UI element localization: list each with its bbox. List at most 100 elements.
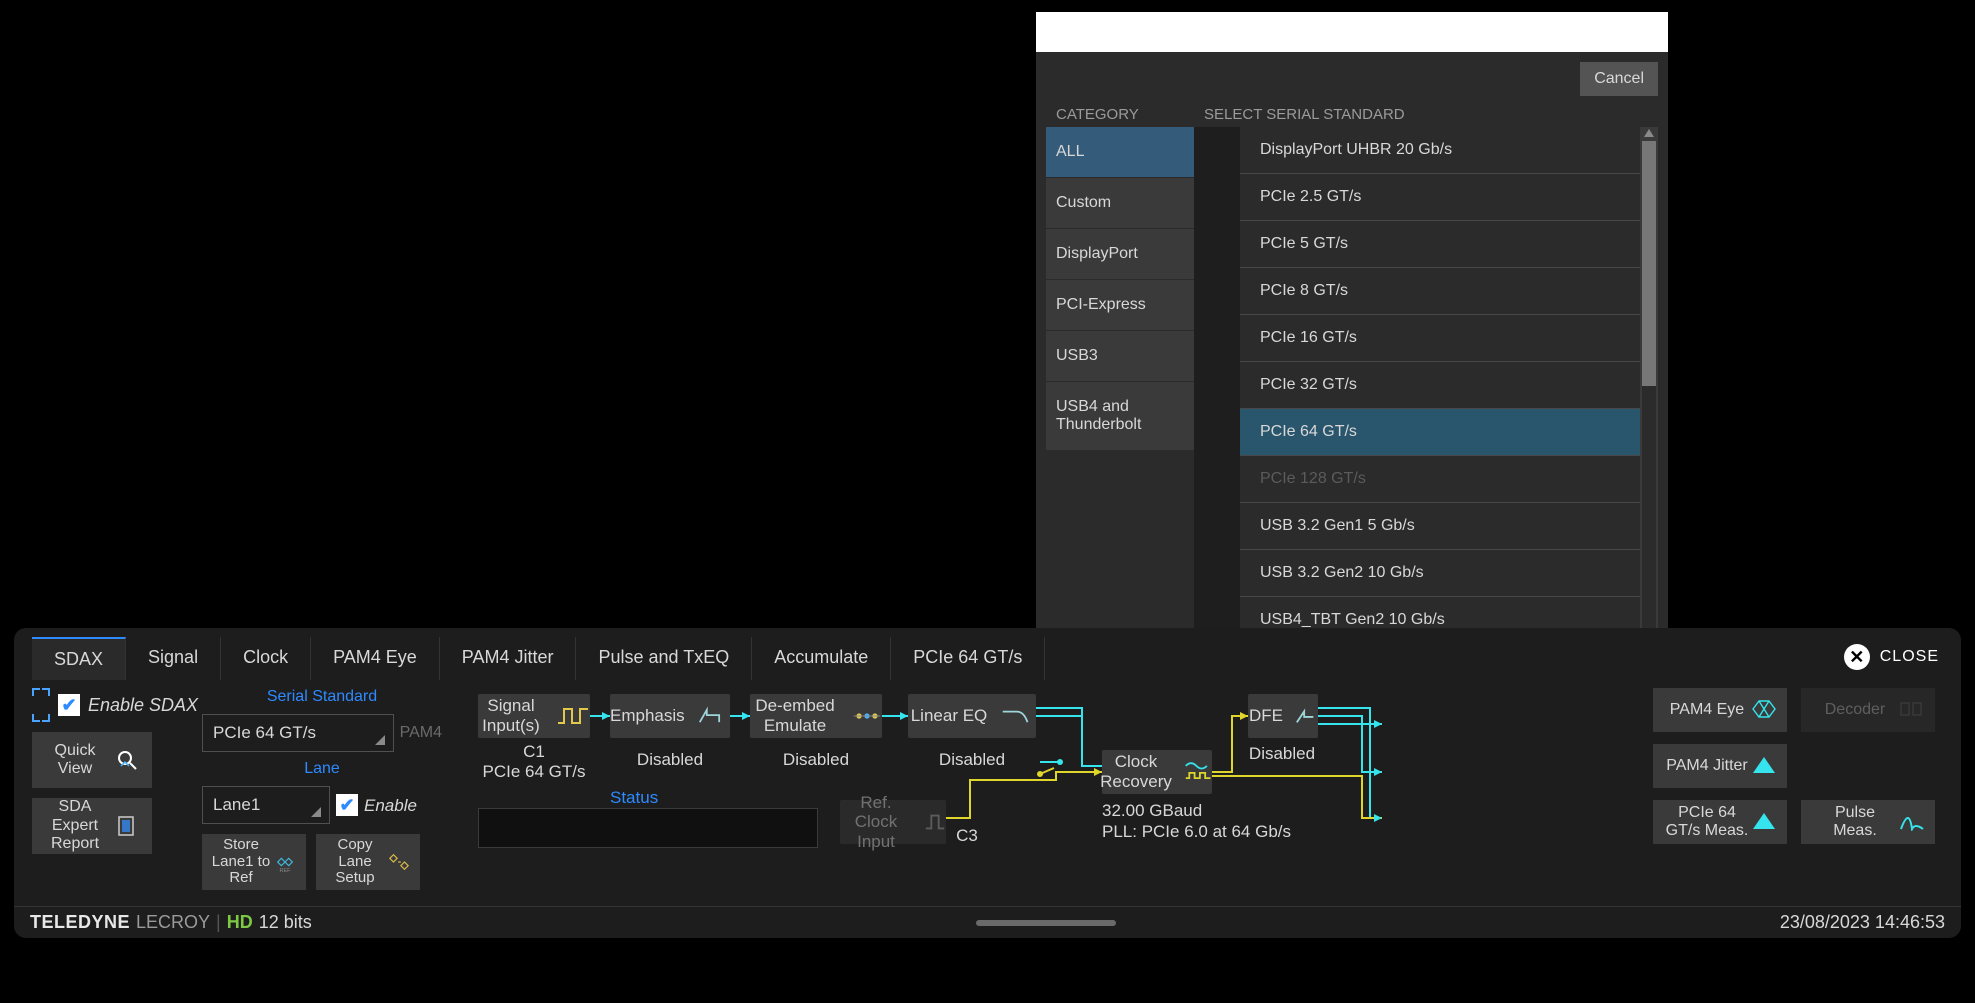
ref-clock-node[interactable]: Ref. Clock Input — [840, 800, 946, 844]
timestamp: 23/08/2023 14:46:53 — [1780, 912, 1945, 933]
lane-enable-checkbox[interactable]: ✔ — [336, 794, 358, 816]
store-lane-button[interactable]: Store Lane1 to Ref REF — [202, 834, 306, 890]
pam4-jitter-button[interactable]: PAM4 Jitter — [1653, 744, 1787, 788]
signal-inputs-node[interactable]: Signal Input(s) — [478, 694, 590, 738]
clock-recovery-node[interactable]: Clock Recovery — [1102, 750, 1212, 794]
signal-inputs-sub1: C1 — [478, 742, 590, 762]
pcie-meas-button[interactable]: PCIe 64 GT/s Meas. — [1653, 800, 1787, 844]
deembed-sub: Disabled — [750, 750, 882, 770]
tab-signal[interactable]: Signal — [126, 637, 221, 680]
decoder-icon — [1899, 699, 1925, 721]
standard-item[interactable]: PCIe 8 GT/s — [1240, 268, 1640, 315]
focus-bracket-icon — [32, 688, 50, 722]
enable-sdax-row[interactable]: ✔ Enable SDAX — [32, 688, 202, 722]
emphasis-node[interactable]: Emphasis — [610, 694, 730, 738]
serial-standard-label: Serial Standard — [202, 688, 442, 706]
lineareq-sub: Disabled — [908, 750, 1036, 770]
lane-enable-row[interactable]: ✔ Enable — [336, 794, 417, 816]
store-icon: REF — [272, 849, 298, 875]
standard-item[interactable]: USB 3.2 Gen1 5 Gb/s — [1240, 503, 1640, 550]
clock-recovery-info: 32.00 GBaud PLL: PCIe 6.0 at 64 Gb/s — [1102, 800, 1291, 843]
signal-flow: Signal Input(s) C1 PCIe 64 GT/s Emphasis… — [442, 688, 1643, 890]
tab-clock[interactable]: Clock — [221, 637, 311, 680]
standard-item[interactable]: PCIe 2.5 GT/s — [1240, 174, 1640, 221]
tab-pam4-jitter[interactable]: PAM4 Jitter — [440, 637, 577, 680]
close-label: CLOSE — [1880, 648, 1939, 666]
sdax-panel: SDAXSignalClockPAM4 EyePAM4 JitterPulse … — [14, 628, 1961, 938]
category-item[interactable]: USB3 — [1046, 331, 1194, 382]
standard-header: SELECT SERIAL STANDARD — [1194, 102, 1658, 127]
status-bar: TELEDYNE LECROY | HD 12 bits 23/08/2023 … — [14, 906, 1961, 938]
switch-icon — [1036, 754, 1064, 782]
category-item[interactable]: USB4 and Thunderbolt — [1046, 382, 1194, 451]
pulse-meas-button[interactable]: Pulse Meas. — [1801, 800, 1935, 844]
brand: TELEDYNE LECROY | HD 12 bits — [30, 912, 312, 933]
lineareq-icon — [999, 703, 1033, 729]
lineareq-node[interactable]: Linear EQ — [908, 694, 1036, 738]
dfe-node[interactable]: DFE — [1248, 694, 1318, 738]
category-item[interactable]: ALL — [1046, 127, 1194, 178]
serial-standard-dialog: Cancel CATEGORY SELECT SERIAL STANDARD A… — [1024, 0, 1680, 656]
dfe-sub: Disabled — [1232, 744, 1332, 764]
eye-diagram-icon — [1751, 699, 1777, 721]
copy-icon — [386, 849, 412, 875]
pam4-eye-button[interactable]: PAM4 Eye — [1653, 688, 1787, 732]
lane-enable-label: Enable — [364, 797, 417, 814]
svg-text:REF: REF — [280, 868, 292, 873]
enable-sdax-label: Enable SDAX — [88, 696, 198, 714]
serial-standard-select[interactable]: PCIe 64 GT/s — [202, 714, 394, 752]
tab-sdax[interactable]: SDAX — [32, 637, 126, 680]
dialog-titlebar[interactable] — [1036, 12, 1668, 52]
jitter-icon — [1751, 755, 1777, 777]
status-label: Status — [610, 788, 658, 808]
category-list: ALLCustomDisplayPortPCI-ExpressUSB3USB4 … — [1046, 127, 1194, 644]
close-button[interactable]: ✕ CLOSE — [1844, 644, 1939, 670]
tab-bar: SDAXSignalClockPAM4 EyePAM4 JitterPulse … — [14, 638, 1961, 678]
enable-sdax-checkbox[interactable]: ✔ — [58, 694, 80, 716]
decoder-button[interactable]: Decoder — [1801, 688, 1935, 732]
serial-column: Serial Standard PCIe 64 GT/s PAM4 Lane L… — [202, 688, 442, 890]
cancel-button[interactable]: Cancel — [1580, 62, 1658, 96]
right-column: PAM4 Eye Decoder PAM4 Jitter PCIe 64 GT/… — [1643, 688, 1943, 890]
lane-label: Lane — [202, 760, 442, 778]
brand-teledyne: TELEDYNE — [30, 912, 130, 933]
category-header: CATEGORY — [1046, 102, 1194, 127]
category-item[interactable]: PCI-Express — [1046, 280, 1194, 331]
standard-item[interactable]: PCIe 5 GT/s — [1240, 221, 1640, 268]
signal-inputs-sub2: PCIe 64 GT/s — [462, 762, 606, 782]
tab-pam4-eye[interactable]: PAM4 Eye — [311, 637, 440, 680]
tab-pcie-64-gt-s[interactable]: PCIe 64 GT/s — [891, 637, 1045, 680]
standard-list: DisplayPort UHBR 20 Gb/sPCIe 2.5 GT/sPCI… — [1240, 127, 1640, 644]
meas-triangle-icon — [1751, 811, 1777, 833]
standard-item[interactable]: PCIe 128 GT/s — [1240, 456, 1640, 503]
waveform-icon — [556, 703, 590, 729]
dialog-body: Cancel CATEGORY SELECT SERIAL STANDARD A… — [1036, 52, 1668, 644]
deembed-node[interactable]: De-embed Emulate — [750, 694, 882, 738]
quick-view-button[interactable]: Quick View — [32, 732, 152, 788]
standard-item[interactable]: PCIe 32 GT/s — [1240, 362, 1640, 409]
standard-item[interactable]: DisplayPort UHBR 20 Gb/s — [1240, 127, 1640, 174]
emphasis-icon — [697, 703, 730, 729]
resize-handle[interactable] — [976, 920, 1116, 926]
emphasis-sub: Disabled — [610, 750, 730, 770]
copy-lane-button[interactable]: Copy Lane Setup — [316, 834, 420, 890]
category-item[interactable]: Custom — [1046, 178, 1194, 229]
left-column: ✔ Enable SDAX Quick View SDA Expert Repo… — [32, 688, 202, 890]
standard-item[interactable]: USB 3.2 Gen2 10 Gb/s — [1240, 550, 1640, 597]
standard-scrollbar[interactable] — [1640, 127, 1658, 644]
ref-clock-sub: C3 — [952, 826, 982, 846]
standard-item[interactable]: PCIe 64 GT/s — [1240, 409, 1640, 456]
standard-spacer — [1194, 127, 1240, 644]
tab-accumulate[interactable]: Accumulate — [752, 637, 891, 680]
deembed-icon — [852, 703, 882, 729]
pulse-icon — [1899, 811, 1925, 833]
lane-select[interactable]: Lane1 — [202, 786, 330, 824]
brand-hd: HD — [227, 912, 253, 933]
category-item[interactable]: DisplayPort — [1046, 229, 1194, 280]
clock-pulse-icon — [924, 809, 946, 835]
standard-item[interactable]: PCIe 16 GT/s — [1240, 315, 1640, 362]
magnifier-icon — [114, 747, 140, 773]
dfe-icon — [1295, 703, 1317, 729]
tab-pulse-and-txeq[interactable]: Pulse and TxEQ — [576, 637, 752, 680]
sda-expert-report-button[interactable]: SDA Expert Report — [32, 798, 152, 854]
